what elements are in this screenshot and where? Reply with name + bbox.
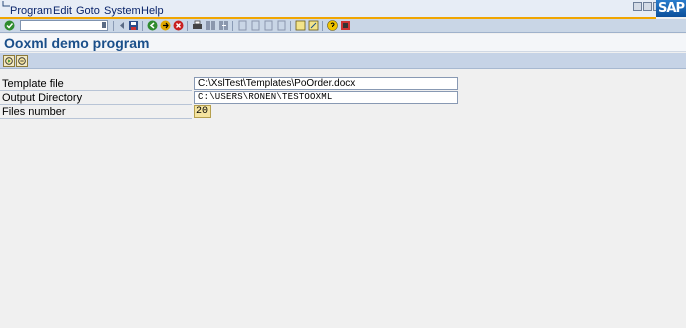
command-history-icon[interactable]	[102, 22, 106, 28]
page-title: Ooxml demo program	[4, 35, 150, 51]
find-icon[interactable]	[205, 20, 216, 31]
back-icon[interactable]	[117, 20, 128, 31]
files-number-input[interactable]: 20	[194, 105, 211, 118]
exit-icon[interactable]	[160, 20, 171, 31]
command-field[interactable]	[20, 20, 108, 31]
create-session-icon[interactable]	[295, 20, 306, 31]
last-page-icon[interactable]	[276, 20, 287, 31]
title-bar: Ooxml demo program	[0, 34, 686, 52]
print-icon[interactable]	[192, 20, 203, 31]
save-icon[interactable]	[128, 20, 139, 31]
cancel-icon[interactable]	[173, 20, 184, 31]
toolbar-separator	[290, 21, 291, 31]
execute-icon[interactable]	[3, 55, 15, 67]
sap-logo: SAP	[656, 0, 686, 17]
first-page-icon[interactable]	[237, 20, 248, 31]
minimize-icon[interactable]	[633, 2, 642, 11]
application-toolbar	[0, 53, 686, 69]
next-page-icon[interactable]	[263, 20, 274, 31]
layout-icon[interactable]	[340, 20, 351, 31]
find-next-icon[interactable]	[218, 20, 229, 31]
files-number-label: Files number	[0, 106, 192, 119]
toolbar-separator	[322, 21, 323, 31]
menu-goto[interactable]: Goto	[76, 6, 100, 17]
enter-icon[interactable]	[4, 20, 15, 31]
back-nav-icon[interactable]	[147, 20, 158, 31]
template-file-input[interactable]: C:\XslTest\Templates\PoOrder.docx	[194, 77, 458, 90]
menu-help[interactable]: Help	[141, 6, 164, 17]
help-icon[interactable]	[327, 20, 338, 31]
menu-program[interactable]: Program	[10, 6, 52, 17]
variant-icon[interactable]	[16, 55, 28, 67]
menu-system[interactable]: System	[104, 6, 141, 17]
template-file-label: Template file	[0, 78, 192, 91]
toolbar-separator	[187, 21, 188, 31]
output-directory-input[interactable]: C:\USERS\RONEN\TESTOOXML	[194, 91, 458, 104]
toolbar-separator	[113, 21, 114, 31]
shortcut-icon[interactable]	[308, 20, 319, 31]
output-directory-label: Output Directory	[0, 92, 192, 105]
standard-toolbar	[0, 19, 686, 33]
toolbar-separator	[142, 21, 143, 31]
menu-bar: Program Edit Goto System Help SAP	[0, 0, 686, 17]
menu-edit[interactable]: Edit	[53, 6, 72, 17]
selection-screen: Template file C:\XslTest\Templates\PoOrd…	[0, 70, 686, 328]
maximize-icon[interactable]	[643, 2, 652, 11]
prev-page-icon[interactable]	[250, 20, 261, 31]
toolbar-separator	[232, 21, 233, 31]
